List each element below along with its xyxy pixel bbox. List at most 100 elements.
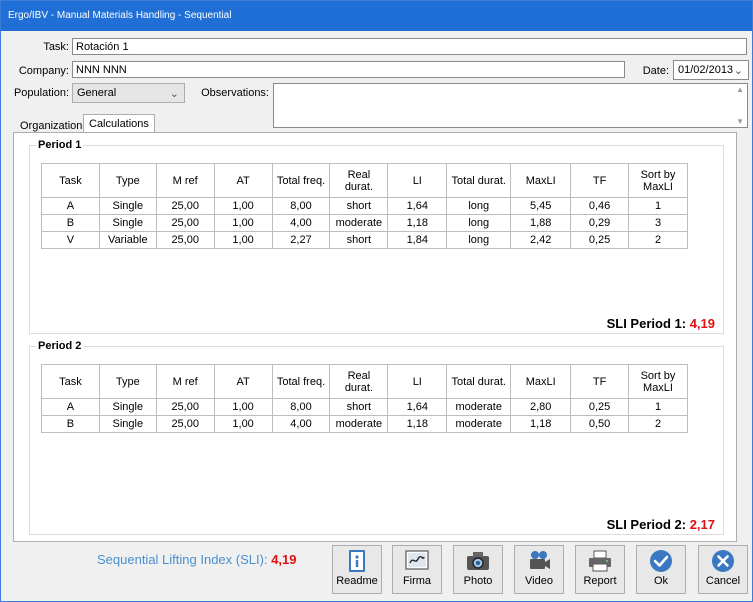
table-cell: Variable bbox=[98, 231, 157, 249]
period-1-title: Period 1 bbox=[36, 139, 84, 151]
video-camera-icon bbox=[530, 551, 550, 569]
report-button-label: Report bbox=[583, 575, 617, 587]
scroll-up-icon[interactable]: ▲ bbox=[736, 85, 744, 94]
table-cell: 1,88 bbox=[510, 214, 572, 232]
date-picker[interactable]: 01/02/2013 ⌄ bbox=[673, 60, 749, 80]
period-1-group: Period 1 Task Type M ref AT Total freq. … bbox=[29, 139, 724, 334]
window-title: Ergo/IBV - Manual Materials Handling - S… bbox=[1, 1, 752, 31]
signature-icon bbox=[405, 550, 429, 570]
table-cell: 25,00 bbox=[155, 398, 215, 416]
col-header: LI bbox=[387, 163, 448, 198]
ok-button[interactable]: Ok bbox=[636, 545, 686, 594]
table-cell: 0,25 bbox=[570, 398, 630, 416]
close-icon bbox=[712, 550, 734, 572]
table-cell: 1,18 bbox=[387, 214, 448, 232]
report-button[interactable]: Report bbox=[575, 545, 625, 594]
table-cell: 25,00 bbox=[155, 415, 215, 433]
table-cell: 0,46 bbox=[570, 197, 630, 215]
table-cell: Single bbox=[98, 415, 157, 433]
col-header: LI bbox=[387, 364, 448, 399]
task-input[interactable]: Rotación 1 bbox=[72, 38, 747, 55]
chevron-down-icon[interactable]: ⌄ bbox=[734, 64, 743, 77]
camera-icon bbox=[467, 552, 489, 570]
col-header: AT bbox=[213, 364, 273, 399]
table-cell: Single bbox=[98, 214, 157, 232]
period-1-table: Task Type M ref AT Total freq. Real dura… bbox=[41, 163, 688, 249]
readme-icon bbox=[349, 550, 365, 572]
table-cell: 1,18 bbox=[387, 415, 448, 433]
col-header: AT bbox=[213, 163, 273, 198]
table-cell: moderate bbox=[329, 214, 389, 232]
scroll-down-icon[interactable]: ▼ bbox=[736, 117, 744, 126]
table-cell: 2 bbox=[628, 415, 688, 433]
sli-period-1-label: SLI Period 1: bbox=[606, 316, 687, 331]
table-cell: moderate bbox=[446, 415, 512, 433]
table-cell: 4,00 bbox=[271, 415, 331, 433]
sli-period-1: SLI Period 1: 4,19 bbox=[607, 316, 715, 331]
observations-label: Observations: bbox=[201, 87, 269, 99]
col-header: Type bbox=[98, 364, 157, 399]
table-row[interactable]: A Single 25,00 1,00 8,00 short 1,64 long… bbox=[41, 197, 688, 215]
table-row[interactable]: B Single 25,00 1,00 4,00 moderate 1,18 m… bbox=[41, 415, 688, 433]
col-header: Real durat. bbox=[329, 163, 389, 198]
table-cell: 8,00 bbox=[271, 398, 331, 416]
table-cell: short bbox=[329, 231, 389, 249]
task-label: Task: bbox=[43, 41, 69, 53]
date-label: Date: bbox=[642, 65, 669, 77]
col-header: M ref bbox=[155, 163, 215, 198]
table-cell: 1,84 bbox=[387, 231, 448, 249]
period-2-title: Period 2 bbox=[36, 340, 84, 352]
chevron-down-icon[interactable]: ⌄ bbox=[170, 87, 179, 100]
readme-button[interactable]: Readme bbox=[332, 545, 382, 594]
table-cell: 25,00 bbox=[155, 197, 215, 215]
table-cell: long bbox=[446, 231, 512, 249]
col-header: Task bbox=[41, 163, 100, 198]
table-cell: moderate bbox=[329, 415, 389, 433]
table-cell: Single bbox=[98, 398, 157, 416]
population-value: General bbox=[77, 87, 117, 99]
table-header-row: Task Type M ref AT Total freq. Real dura… bbox=[41, 163, 688, 198]
col-header: Sort by MaxLI bbox=[628, 163, 688, 198]
table-cell: short bbox=[329, 197, 389, 215]
table-cell: A bbox=[41, 197, 100, 215]
cancel-button[interactable]: Cancel bbox=[698, 545, 748, 594]
table-row[interactable]: B Single 25,00 1,00 4,00 moderate 1,18 l… bbox=[41, 214, 688, 232]
sli-summary-value: 4,19 bbox=[271, 552, 297, 567]
app-window: Ergo/IBV - Manual Materials Handling - S… bbox=[0, 0, 753, 602]
company-label: Company: bbox=[18, 65, 69, 77]
table-cell: 2 bbox=[628, 231, 688, 249]
table-cell: 0,29 bbox=[570, 214, 630, 232]
firma-button[interactable]: Firma bbox=[392, 545, 442, 594]
firma-button-label: Firma bbox=[402, 575, 432, 587]
table-cell: 5,45 bbox=[510, 197, 572, 215]
table-cell: 1,00 bbox=[213, 197, 273, 215]
table-cell: B bbox=[41, 415, 100, 433]
table-cell: 25,00 bbox=[155, 231, 215, 249]
ok-button-label: Ok bbox=[653, 575, 669, 587]
population-select[interactable]: General ⌄ bbox=[72, 83, 185, 103]
cancel-button-label: Cancel bbox=[705, 575, 741, 587]
col-header: Sort by MaxLI bbox=[628, 364, 688, 399]
sli-period-2-label: SLI Period 2: bbox=[606, 517, 687, 532]
table-cell: 1,00 bbox=[213, 398, 273, 416]
period-2-group: Period 2 Task Type M ref AT Total freq. … bbox=[29, 340, 724, 535]
table-row[interactable]: V Variable 25,00 1,00 2,27 short 1,84 lo… bbox=[41, 231, 688, 249]
table-row[interactable]: A Single 25,00 1,00 8,00 short 1,64 mode… bbox=[41, 398, 688, 416]
readme-button-label: Readme bbox=[336, 575, 378, 587]
col-header: TF bbox=[570, 163, 630, 198]
sequential-lifting-index: Sequential Lifting Index (SLI): 4,19 bbox=[97, 552, 297, 567]
col-header: Type bbox=[98, 163, 157, 198]
video-button[interactable]: Video bbox=[514, 545, 564, 594]
table-cell: 1 bbox=[628, 398, 688, 416]
table-cell: 4,00 bbox=[271, 214, 331, 232]
tab-calculations[interactable]: Calculations bbox=[83, 114, 155, 133]
col-header: Total freq. bbox=[271, 364, 331, 399]
col-header: Task bbox=[41, 364, 100, 399]
table-cell: 3 bbox=[628, 214, 688, 232]
table-cell: A bbox=[41, 398, 100, 416]
sli-period-2-value: 2,17 bbox=[689, 517, 715, 532]
company-input[interactable]: NNN NNN bbox=[72, 61, 625, 78]
table-cell: 1,00 bbox=[213, 214, 273, 232]
observations-textarea[interactable]: ▲ ▼ bbox=[273, 83, 748, 128]
photo-button[interactable]: Photo bbox=[453, 545, 503, 594]
